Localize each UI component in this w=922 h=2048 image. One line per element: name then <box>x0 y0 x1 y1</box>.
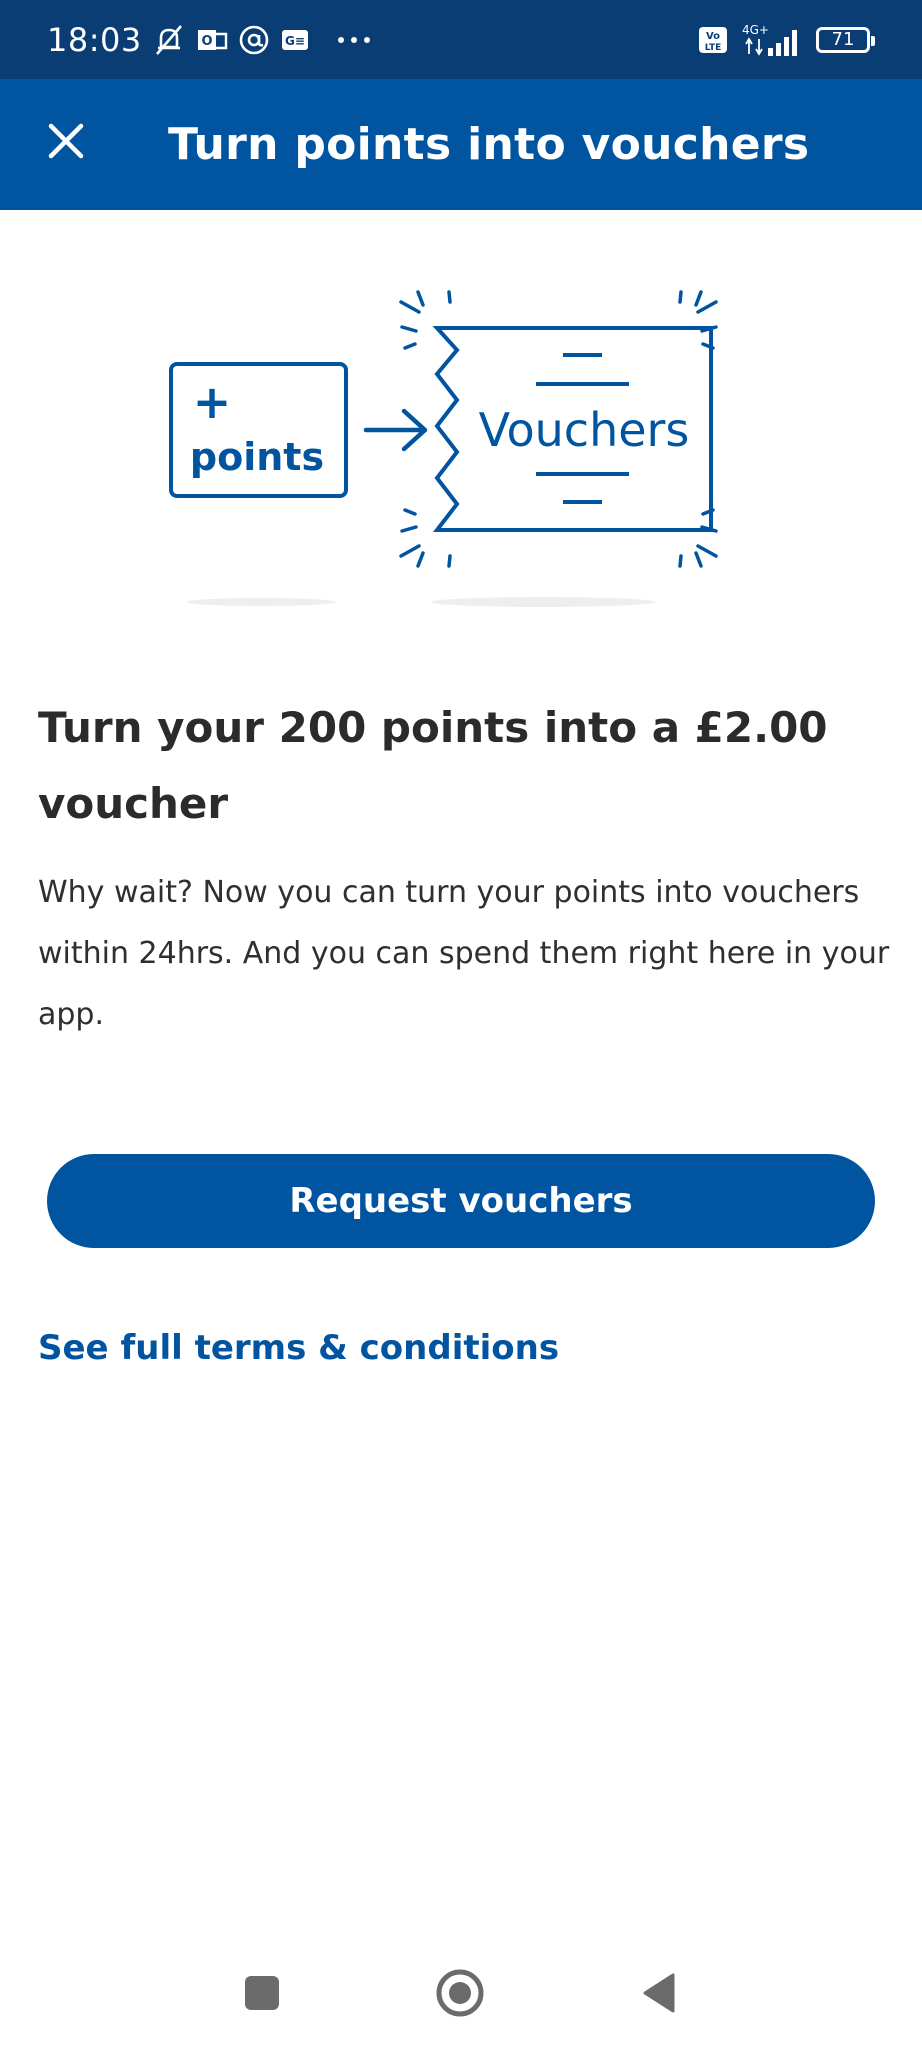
vouchers-label: Vouchers <box>479 403 690 457</box>
volte-icon: Vo LTE <box>698 22 728 58</box>
back-button[interactable] <box>624 1958 694 2028</box>
voucher-ticket: Vouchers <box>432 326 713 532</box>
points-to-vouchers-illustration: + points Vouchers <box>160 280 760 620</box>
status-time: 18:03 <box>47 20 142 59</box>
recent-apps-button[interactable] <box>227 1958 297 2028</box>
terms-conditions-link[interactable]: See full terms & conditions <box>38 1328 559 1368</box>
home-circle-icon <box>436 1969 484 2017</box>
square-icon <box>245 1976 279 2010</box>
close-icon <box>48 123 84 159</box>
at-sign-icon <box>238 22 270 58</box>
offer-headline: Turn your 200 points into a £2.00 vouche… <box>38 703 828 828</box>
app-notification-icon: G≡ <box>280 22 310 58</box>
outlook-icon: O <box>196 22 228 58</box>
request-vouchers-button[interactable]: Request vouchers <box>47 1154 875 1248</box>
offer-description: Why wait? Now you can turn your points i… <box>38 875 890 1032</box>
points-label: points <box>190 435 324 479</box>
more-notifications-icon <box>336 22 372 58</box>
status-bar: 18:03 O G≡ Vo LTE 4G+ 71 <box>0 0 922 79</box>
system-navigation-bar <box>0 1940 922 2048</box>
page-title: Turn points into vouchers <box>168 119 810 170</box>
points-box: + points <box>169 362 348 498</box>
battery-indicator: 71 <box>816 26 875 53</box>
svg-text:4G+: 4G+ <box>742 23 769 37</box>
svg-text:LTE: LTE <box>705 43 722 53</box>
arrow-right-icon <box>363 408 428 452</box>
app-bar: Turn points into vouchers <box>0 79 922 210</box>
close-button[interactable] <box>34 109 98 173</box>
svg-text:O: O <box>201 34 212 49</box>
back-triangle-icon <box>643 1973 675 2013</box>
svg-text:G≡: G≡ <box>285 34 305 48</box>
notifications-muted-icon <box>152 22 186 58</box>
home-button[interactable] <box>425 1958 495 2028</box>
svg-text:Vo: Vo <box>706 31 720 42</box>
battery-level: 71 <box>831 29 855 50</box>
signal-4g-icon: 4G+ <box>740 22 804 58</box>
points-plus-sign: + <box>193 375 232 429</box>
